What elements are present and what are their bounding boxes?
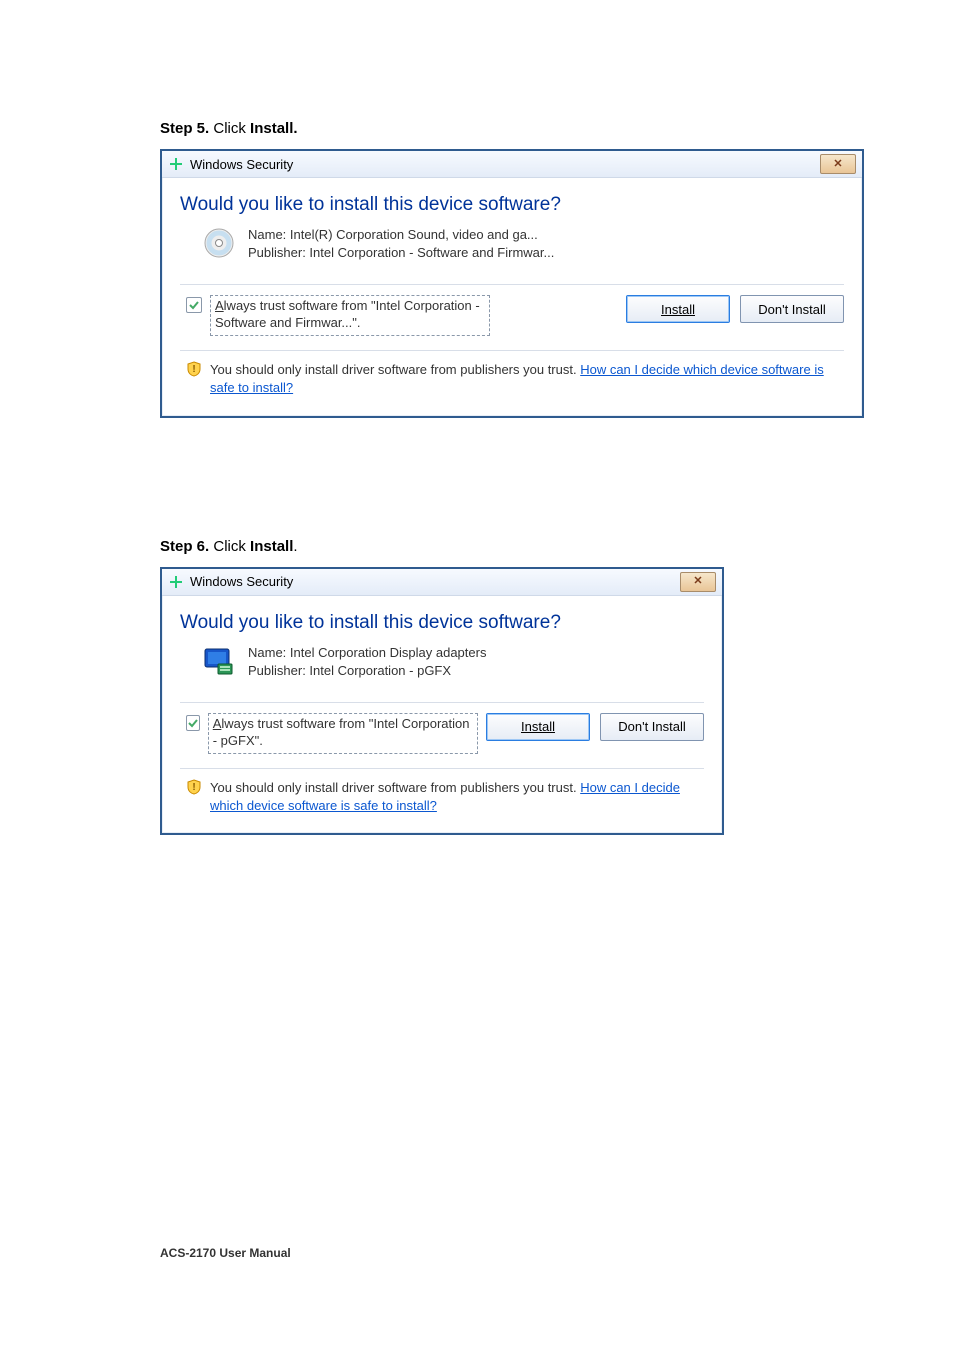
- always-trust-checkbox[interactable]: [186, 297, 202, 313]
- svg-text:!: !: [192, 782, 195, 793]
- security-dialog-step5: Windows Security ✕ Would you like to ins…: [160, 149, 864, 418]
- footer-row: ! You should only install driver softwar…: [186, 361, 838, 397]
- close-button[interactable]: ✕: [820, 154, 856, 174]
- install-button[interactable]: Install: [486, 713, 590, 741]
- dialog-body: Would you like to install this device so…: [162, 178, 862, 416]
- divider: [180, 768, 704, 769]
- question-text: Would you like to install this device so…: [180, 612, 704, 634]
- step6-bold2: Install: [250, 538, 293, 555]
- device-publisher: Publisher: Intel Corporation - pGFX: [248, 662, 486, 680]
- step6-tail: .: [293, 538, 297, 555]
- footer-row: ! You should only install driver softwar…: [186, 779, 698, 815]
- action-row: Always trust software from "Intel Corpor…: [186, 713, 704, 768]
- security-dialog-step6: Windows Security ✕ Would you like to ins…: [160, 567, 724, 836]
- divider: [180, 702, 704, 703]
- security-icon: [168, 156, 184, 172]
- button-group: Install Don't Install: [486, 713, 704, 741]
- device-info-row: Name: Intel(R) Corporation Sound, video …: [202, 226, 844, 262]
- shield-icon: !: [186, 779, 202, 795]
- close-button[interactable]: ✕: [680, 572, 716, 592]
- shield-icon: !: [186, 361, 202, 377]
- device-publisher: Publisher: Intel Corporation - Software …: [248, 244, 554, 262]
- device-info-text: Name: Intel Corporation Display adapters…: [248, 644, 486, 680]
- step5-prefix: Step 5.: [160, 120, 209, 137]
- divider: [180, 284, 844, 285]
- device-name: Name: Intel Corporation Display adapters: [248, 644, 486, 662]
- always-trust-label: Always trust software from "Intel Corpor…: [208, 713, 478, 754]
- trust-rest: lways trust software from "Intel Corpora…: [215, 298, 480, 330]
- install-button[interactable]: Install: [626, 295, 730, 323]
- device-name: Name: Intel(R) Corporation Sound, video …: [248, 226, 554, 244]
- dont-install-button[interactable]: Don't Install: [600, 713, 704, 741]
- always-trust-label: Always trust software from "Intel Corpor…: [210, 295, 490, 336]
- step5-bold2: Install.: [250, 120, 298, 137]
- cd-icon: [202, 226, 236, 260]
- footer-plain: You should only install driver software …: [210, 780, 580, 795]
- footer-text: You should only install driver software …: [210, 361, 838, 397]
- dialog-body: Would you like to install this device so…: [162, 596, 722, 834]
- trust-mnemonic: A: [215, 298, 224, 313]
- display-adapter-icon: [202, 644, 236, 678]
- always-trust-checkbox[interactable]: [186, 715, 200, 731]
- device-info-row: Name: Intel Corporation Display adapters…: [202, 644, 704, 680]
- device-info-text: Name: Intel(R) Corporation Sound, video …: [248, 226, 554, 262]
- dialog-title: Windows Security: [190, 574, 293, 589]
- step5-mid: Click: [209, 120, 250, 137]
- dont-install-button[interactable]: Don't Install: [740, 295, 844, 323]
- step6-mid: Click: [209, 538, 250, 555]
- svg-text:!: !: [192, 364, 195, 375]
- step5-block: Step 5. Click Install. Windows Security …: [160, 120, 794, 418]
- step6-caption: Step 6. Click Install.: [160, 538, 794, 555]
- footer-plain: You should only install driver software …: [210, 362, 580, 377]
- dialog-title: Windows Security: [190, 157, 293, 172]
- titlebar: Windows Security ✕: [162, 569, 722, 596]
- action-row: Always trust software from "Intel Corpor…: [186, 295, 844, 350]
- titlebar: Windows Security ✕: [162, 151, 862, 178]
- button-group: Install Don't Install: [626, 295, 844, 323]
- divider: [180, 350, 844, 351]
- trust-rest: lways trust software from "Intel Corpora…: [213, 716, 470, 748]
- security-icon: [168, 574, 184, 590]
- footer-text: You should only install driver software …: [210, 779, 698, 815]
- page-footer: ACS-2170 User Manual: [160, 1246, 291, 1260]
- step6-block: Step 6. Click Install. Windows Security …: [160, 538, 794, 836]
- step6-prefix: Step 6.: [160, 538, 209, 555]
- step5-caption: Step 5. Click Install.: [160, 120, 794, 137]
- question-text: Would you like to install this device so…: [180, 194, 844, 216]
